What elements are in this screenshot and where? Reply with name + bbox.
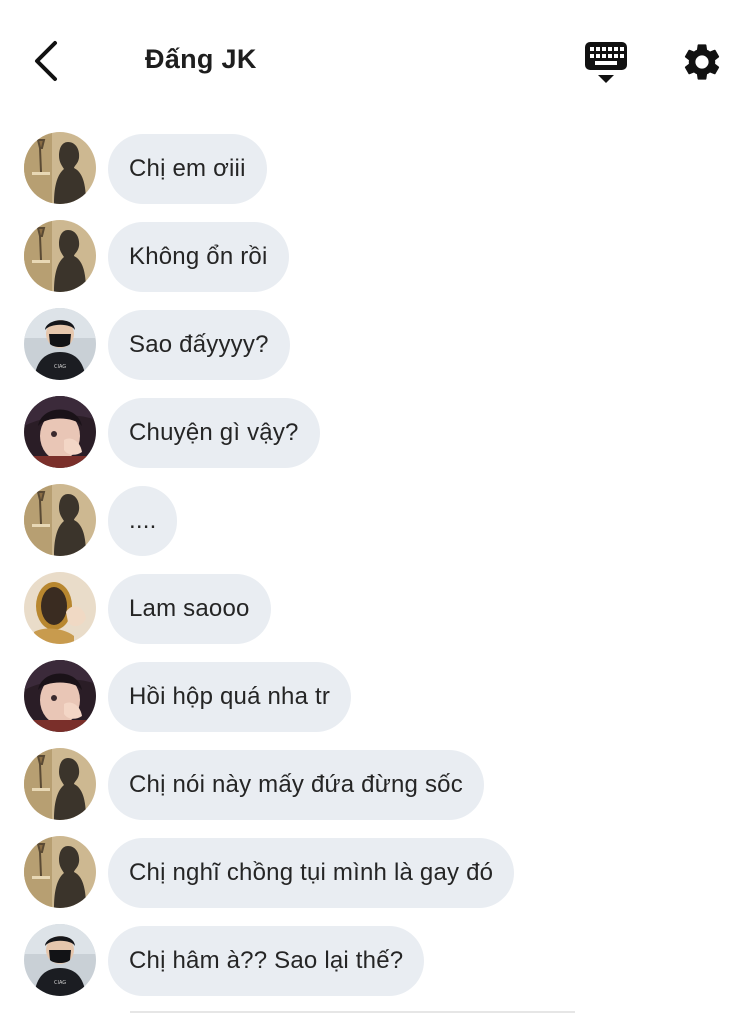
message-row: Lam saooo [0,572,750,660]
svg-text:CIAG: CIAG [54,364,66,370]
gear-icon [684,44,720,80]
message-row: CIAG Chị hâm à?? Sao lại thế? [0,924,750,1012]
message-bubble[interactable]: Không ổn rồi [108,222,289,292]
avatar[interactable] [24,748,96,820]
avatar[interactable]: CIAG [24,924,96,996]
message-bubble[interactable]: Sao đấyyyy? [108,310,290,380]
message-row: Chuyện gì vậy? [0,396,750,484]
message-row: Chị nghĩ chồng tụi mình là gay đó [0,836,750,924]
message-row: CIAG Sao đấyyyy? [0,308,750,396]
avatar[interactable] [24,484,96,556]
message-row: .... [0,484,750,572]
avatar[interactable] [24,836,96,908]
chat-title: Đấng JK [145,44,257,74]
message-bubble[interactable]: .... [108,486,178,556]
message-row: Chị nói này mấy đứa đừng sốc [0,748,750,836]
back-button[interactable] [26,38,66,84]
message-bubble[interactable]: Chị nói này mấy đứa đừng sốc [108,750,484,820]
message-bubble[interactable]: Hồi hộp quá nha tr [108,662,352,732]
message-bubble[interactable]: Lam saooo [108,574,271,644]
keyboard-icon [585,42,627,83]
message-list[interactable]: Chị em ơiii Không ổn rồi CIAG Sao đấyyyy… [0,132,750,1012]
message-row: Chị em ơiii [0,132,750,220]
svg-text:CIAG: CIAG [54,980,66,986]
avatar[interactable]: CIAG [24,308,96,380]
message-row: Hồi hộp quá nha tr [0,660,750,748]
chevron-left-icon [35,41,57,81]
message-bubble[interactable]: Chị hâm à?? Sao lại thế? [108,926,425,996]
avatar[interactable] [24,660,96,732]
scroll-indicator [130,1011,575,1013]
chat-header: Đấng JK [0,0,750,120]
settings-button[interactable] [680,40,724,84]
message-bubble[interactable]: Chị em ơiii [108,134,267,204]
message-bubble[interactable]: Chuyện gì vậy? [108,398,320,468]
keyboard-button[interactable] [582,40,630,86]
message-bubble[interactable]: Chị nghĩ chồng tụi mình là gay đó [108,838,515,908]
avatar[interactable] [24,572,96,644]
avatar[interactable] [24,220,96,292]
avatar[interactable] [24,132,96,204]
message-row: Không ổn rồi [0,220,750,308]
avatar[interactable] [24,396,96,468]
